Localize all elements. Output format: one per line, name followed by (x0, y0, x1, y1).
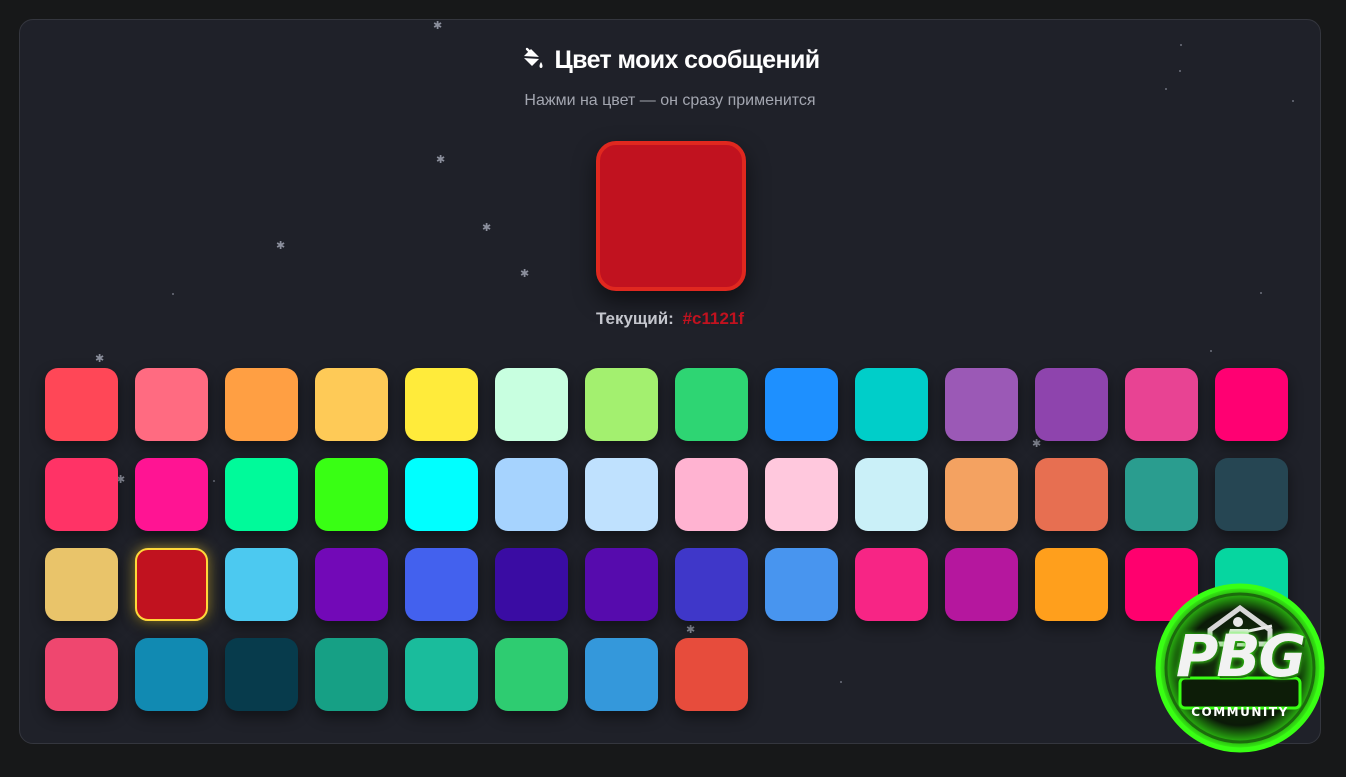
color-swatch[interactable] (765, 368, 838, 441)
title-text: Цвет моих сообщений (554, 46, 820, 74)
color-swatch[interactable] (225, 638, 298, 711)
subtitle: Нажми на цвет — он сразу применится (524, 92, 816, 109)
color-swatch[interactable] (315, 548, 388, 621)
color-swatch[interactable] (1035, 458, 1108, 531)
color-swatch[interactable] (855, 368, 928, 441)
color-swatch[interactable] (945, 548, 1018, 621)
color-swatch[interactable] (765, 458, 838, 531)
color-swatch[interactable] (225, 458, 298, 531)
color-swatch[interactable] (675, 458, 748, 531)
color-swatch[interactable] (135, 548, 208, 621)
color-swatch[interactable] (315, 368, 388, 441)
color-swatch[interactable] (135, 458, 208, 531)
color-swatch[interactable] (495, 638, 568, 711)
color-swatch[interactable] (135, 368, 208, 441)
color-swatch[interactable] (315, 638, 388, 711)
logo-subtext: COMMUNITY (1191, 705, 1289, 719)
color-swatch[interactable] (1215, 458, 1288, 531)
logo-text: PBG (1175, 622, 1306, 690)
color-swatch[interactable] (405, 458, 478, 531)
page-title: Цвет моих сообщений (20, 46, 1320, 78)
current-label-text: Текущий: (595, 309, 674, 328)
color-swatch[interactable] (585, 458, 658, 531)
color-swatch[interactable] (585, 548, 658, 621)
color-swatch[interactable] (315, 458, 388, 531)
color-swatch[interactable] (45, 548, 118, 621)
color-swatch[interactable] (945, 368, 1018, 441)
paint-bucket-icon (520, 47, 544, 78)
color-swatch[interactable] (1035, 548, 1108, 621)
color-swatch[interactable] (405, 368, 478, 441)
color-swatch[interactable] (1125, 458, 1198, 531)
color-swatch[interactable] (225, 548, 298, 621)
color-swatch[interactable] (405, 638, 478, 711)
color-swatch[interactable] (1215, 368, 1288, 441)
color-swatch[interactable] (1035, 368, 1108, 441)
color-swatch[interactable] (945, 458, 1018, 531)
pbg-community-logo: PBG COMMUNITY (1140, 582, 1340, 754)
color-swatch[interactable] (135, 638, 208, 711)
color-swatch[interactable] (495, 458, 568, 531)
color-swatch[interactable] (45, 458, 118, 531)
color-settings-panel: ✱ ✱ ✱ ✱ ✱ ✱ ✱ ✱ ✱ ✱ ✱ ✱ Цвет м (19, 19, 1321, 744)
color-swatch[interactable] (45, 368, 118, 441)
color-swatch[interactable] (855, 548, 928, 621)
current-color-preview (596, 141, 746, 291)
color-swatch[interactable] (1125, 368, 1198, 441)
color-swatch[interactable] (225, 368, 298, 441)
color-swatch[interactable] (765, 548, 838, 621)
color-swatch[interactable] (405, 548, 478, 621)
color-swatch[interactable] (45, 638, 118, 711)
color-swatch[interactable] (495, 368, 568, 441)
color-swatch[interactable] (675, 368, 748, 441)
color-swatch[interactable] (585, 368, 658, 441)
color-swatch[interactable] (675, 548, 748, 621)
color-swatch[interactable] (585, 638, 658, 711)
color-swatch[interactable] (495, 548, 568, 621)
current-hex-value: #c1121f (682, 309, 745, 328)
color-swatch-grid (45, 368, 1295, 711)
color-swatch[interactable] (855, 458, 928, 531)
color-swatch[interactable] (675, 638, 748, 711)
current-color-label: Текущий: #c1121f (20, 309, 1320, 329)
